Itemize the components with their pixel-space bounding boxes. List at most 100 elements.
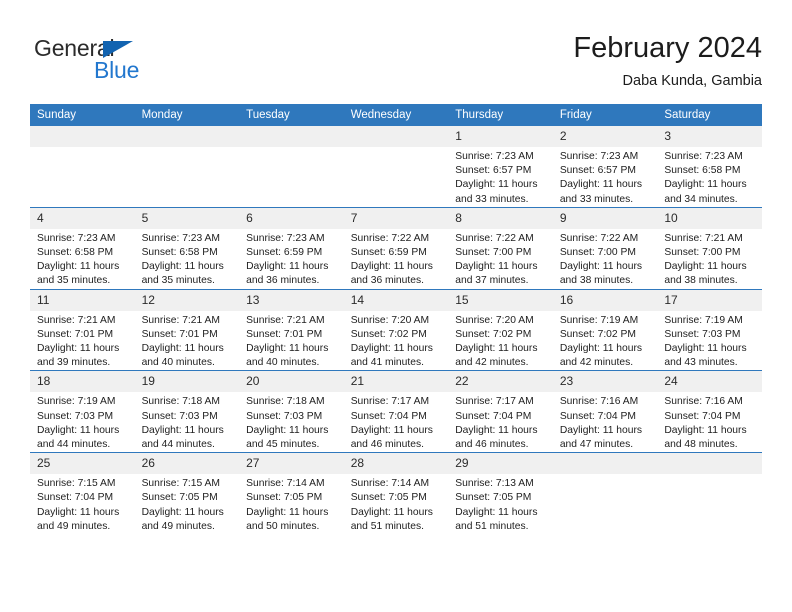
sunrise-time: Sunrise: 7:23 AM	[37, 232, 116, 244]
daylight-duration-line2: and 44 minutes.	[141, 439, 215, 451]
calendar-day-cell[interactable]: 5 Sunrise: 7:23 AM Sunset: 6:58 PM Daylight…	[134, 206, 240, 290]
day-details: Sunrise: 7:21 AM Sunset: 7:00 PM Daylight:…	[657, 229, 762, 289]
day-details: Sunrise: 7:15 AM Sunset: 7:05 PM Daylight:…	[135, 474, 240, 534]
day-number: 23	[552, 371, 658, 393]
day-number	[239, 126, 344, 147]
calendar-day-cell[interactable]: 20 Sunrise: 7:18 AM Sunset: 7:03 PM Dayligh…	[239, 370, 344, 453]
calendar-day-cell[interactable]: 10 Sunrise: 7:21 AM Sunset: 7:00 PM Dayligh…	[657, 206, 762, 290]
calendar-day-cell[interactable]: 24 Sunrise: 7:16 AM Sunset: 7:04 PM Dayligh…	[657, 370, 762, 453]
sunset-time: Sunset: 7:04 PM	[350, 410, 427, 422]
day-number: 9	[552, 207, 658, 229]
calendar-day-cell[interactable]: 14 Sunrise: 7:20 AM Sunset: 7:02 PM Dayligh…	[343, 288, 449, 371]
calendar-day-cell[interactable]: 4 Sunrise: 7:23 AM Sunset: 6:58 PM Daylight…	[30, 206, 135, 290]
calendar-day-cell[interactable]: 29 Sunrise: 7:13 AM Sunset: 7:05 PM Dayligh…	[448, 452, 553, 535]
day-details: Sunrise: 7:16 AM Sunset: 7:04 PM Daylight:…	[657, 392, 762, 452]
daylight-duration-line1: Daylight: 11 hours	[664, 343, 747, 355]
calendar-day-cell-empty	[552, 452, 658, 535]
sunset-time: Sunset: 7:00 PM	[455, 247, 532, 259]
sunrise-time: Sunrise: 7:20 AM	[455, 314, 534, 326]
day-details: Sunrise: 7:23 AM Sunset: 6:58 PM Daylight:…	[30, 229, 135, 289]
sunrise-time: Sunrise: 7:23 AM	[455, 151, 534, 162]
daylight-duration-line2: and 51 minutes.	[350, 520, 424, 532]
sunset-time: Sunset: 6:58 PM	[37, 247, 114, 259]
sunset-time: Sunset: 7:03 PM	[37, 410, 114, 422]
daylight-duration-line2: and 37 minutes.	[455, 275, 529, 287]
calendar-day-cell[interactable]: 9 Sunrise: 7:22 AM Sunset: 7:00 PM Daylight…	[552, 206, 658, 290]
calendar-day-cell[interactable]: 19 Sunrise: 7:18 AM Sunset: 7:03 PM Dayligh…	[134, 370, 240, 453]
daylight-duration-line1: Daylight: 11 hours	[246, 343, 329, 355]
calendar-day-cell[interactable]: 22 Sunrise: 7:17 AM Sunset: 7:04 PM Dayligh…	[448, 370, 553, 453]
sunrise-time: Sunrise: 7:17 AM	[350, 396, 430, 408]
calendar-day-cell[interactable]: 28 Sunrise: 7:14 AM Sunset: 7:05 PM Dayligh…	[343, 452, 449, 535]
daylight-duration-line2: and 33 minutes.	[455, 193, 529, 205]
calendar-day-cell[interactable]: 18 Sunrise: 7:19 AM Sunset: 7:03 PM Dayligh…	[30, 370, 135, 453]
sunset-time: Sunset: 7:02 PM	[559, 328, 636, 340]
general-blue-logo[interactable]: General Blue	[34, 35, 214, 87]
daylight-duration-line2: and 44 minutes.	[37, 439, 111, 451]
calendar-body: 1 Sunrise: 7:23 AM Sunset: 6:57 PM Daylight…	[30, 126, 762, 535]
calendar-day-cell[interactable]: 13 Sunrise: 7:21 AM Sunset: 7:01 PM Dayligh…	[239, 288, 344, 371]
calendar-day-cell[interactable]: 17 Sunrise: 7:19 AM Sunset: 7:03 PM Dayligh…	[657, 288, 762, 371]
day-number: 26	[134, 453, 240, 475]
daylight-duration-line1: Daylight: 11 hours	[455, 343, 538, 355]
calendar-day-cell[interactable]: 12 Sunrise: 7:21 AM Sunset: 7:01 PM Dayligh…	[134, 288, 240, 371]
sunrise-time: Sunrise: 7:13 AM	[455, 478, 534, 490]
calendar-day-cell[interactable]: 7 Sunrise: 7:22 AM Sunset: 6:59 PM Daylight…	[343, 206, 449, 290]
day-number: 16	[552, 289, 658, 311]
day-number: 5	[134, 207, 240, 229]
daylight-duration-line1: Daylight: 11 hours	[141, 261, 224, 273]
daylight-duration-line1: Daylight: 11 hours	[350, 424, 433, 436]
day-details: Sunrise: 7:17 AM Sunset: 7:04 PM Daylight:…	[448, 392, 553, 452]
weekday-header-monday: Monday	[134, 104, 240, 126]
calendar-day-cell[interactable]: 15 Sunrise: 7:20 AM Sunset: 7:02 PM Dayligh…	[448, 288, 553, 371]
day-details: Sunrise: 7:14 AM Sunset: 7:05 PM Daylight:…	[344, 474, 449, 534]
sunset-time: Sunset: 7:01 PM	[141, 328, 218, 340]
sunset-time: Sunset: 7:04 PM	[37, 492, 114, 504]
weekday-header-tuesday: Tuesday	[239, 104, 344, 126]
sunset-time: Sunset: 7:03 PM	[246, 410, 323, 422]
day-number: 18	[30, 371, 135, 393]
page-title: February 2024	[573, 32, 762, 64]
sunrise-time: Sunrise: 7:19 AM	[559, 314, 639, 326]
daylight-duration-line2: and 36 minutes.	[350, 275, 424, 287]
daylight-duration-line2: and 50 minutes.	[246, 520, 320, 532]
day-details: Sunrise: 7:23 AM Sunset: 6:58 PM Daylight:…	[657, 147, 762, 207]
logo-triangle-icon	[103, 41, 133, 58]
day-number: 25	[30, 453, 135, 475]
calendar-day-cell[interactable]: 6 Sunrise: 7:23 AM Sunset: 6:59 PM Daylight…	[239, 206, 344, 290]
daylight-duration-line1: Daylight: 11 hours	[559, 343, 643, 355]
daylight-duration-line2: and 38 minutes.	[664, 275, 738, 287]
calendar-day-cell[interactable]: 25 Sunrise: 7:15 AM Sunset: 7:04 PM Dayligh…	[30, 452, 135, 535]
sunrise-time: Sunrise: 7:21 AM	[141, 314, 220, 326]
day-details: Sunrise: 7:20 AM Sunset: 7:02 PM Daylight:…	[344, 311, 449, 371]
calendar-day-cell[interactable]: 11 Sunrise: 7:21 AM Sunset: 7:01 PM Dayligh…	[30, 288, 135, 371]
daylight-duration-line1: Daylight: 11 hours	[559, 424, 643, 436]
calendar-day-cell[interactable]: 26 Sunrise: 7:15 AM Sunset: 7:05 PM Dayligh…	[134, 452, 240, 535]
calendar-day-cell[interactable]: 21 Sunrise: 7:17 AM Sunset: 7:04 PM Dayligh…	[343, 370, 449, 453]
calendar-day-cell[interactable]: 3 Sunrise: 7:23 AM Sunset: 6:58 PM Daylight…	[657, 126, 762, 208]
calendar-day-cell[interactable]: 8 Sunrise: 7:22 AM Sunset: 7:00 PM Daylight…	[448, 206, 553, 290]
day-details: Sunrise: 7:21 AM Sunset: 7:01 PM Daylight:…	[135, 311, 240, 371]
calendar-day-cell[interactable]: 23 Sunrise: 7:16 AM Sunset: 7:04 PM Dayligh…	[552, 370, 658, 453]
calendar-day-cell[interactable]: 1 Sunrise: 7:23 AM Sunset: 6:57 PM Daylight…	[448, 126, 553, 208]
day-number: 29	[448, 453, 553, 475]
day-number: 21	[343, 371, 449, 393]
daylight-duration-line1: Daylight: 11 hours	[246, 261, 329, 273]
daylight-duration-line2: and 34 minutes.	[664, 193, 738, 205]
daylight-duration-line2: and 39 minutes.	[37, 357, 111, 369]
daylight-duration-line2: and 51 minutes.	[455, 520, 529, 532]
calendar-day-cell[interactable]: 2 Sunrise: 7:23 AM Sunset: 6:57 PM Daylight…	[552, 126, 658, 208]
calendar-day-cell[interactable]: 27 Sunrise: 7:14 AM Sunset: 7:05 PM Dayligh…	[239, 452, 344, 535]
day-details: Sunrise: 7:14 AM Sunset: 7:05 PM Daylight:…	[239, 474, 344, 534]
calendar-day-cell[interactable]: 16 Sunrise: 7:19 AM Sunset: 7:02 PM Dayligh…	[552, 288, 658, 371]
weekday-header-thursday: Thursday	[448, 104, 553, 126]
daylight-duration-line2: and 45 minutes.	[246, 439, 320, 451]
sunrise-time: Sunrise: 7:18 AM	[246, 396, 325, 408]
day-number: 11	[30, 289, 135, 311]
day-details: Sunrise: 7:19 AM Sunset: 7:03 PM Daylight:…	[657, 311, 762, 371]
weekday-header-sunday: Sunday	[30, 104, 135, 126]
daylight-duration-line2: and 46 minutes.	[350, 439, 424, 451]
daylight-duration-line1: Daylight: 11 hours	[350, 506, 433, 518]
daylight-duration-line1: Daylight: 11 hours	[141, 343, 224, 355]
daylight-duration-line1: Daylight: 11 hours	[37, 424, 120, 436]
